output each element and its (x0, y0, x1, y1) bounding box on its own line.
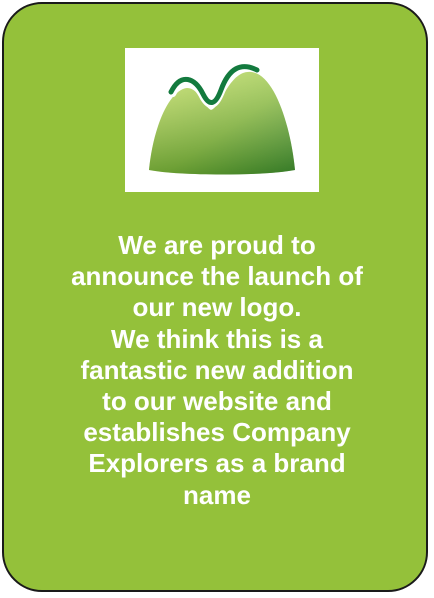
announcement-line: name (183, 479, 251, 510)
announcement-line: to our website and (102, 386, 332, 417)
green-mountain-logo-icon (149, 64, 295, 175)
announcement-line: Explorers as a brand (88, 448, 346, 479)
announcement-line: We think this is a (111, 323, 323, 354)
announcement-line: fantastic new addition (80, 354, 354, 385)
logo-frame (125, 48, 319, 192)
announcement-line: establishes Company (83, 417, 351, 448)
announcement-card: We are proud to announce the launch of o… (2, 2, 428, 592)
announcement-line: We are proud to (118, 230, 316, 260)
announcement-text: We are proud to announce the launch of o… (24, 230, 410, 511)
announcement-line: our new logo. (132, 292, 302, 323)
announcement-line: announce the launch of (71, 261, 363, 292)
